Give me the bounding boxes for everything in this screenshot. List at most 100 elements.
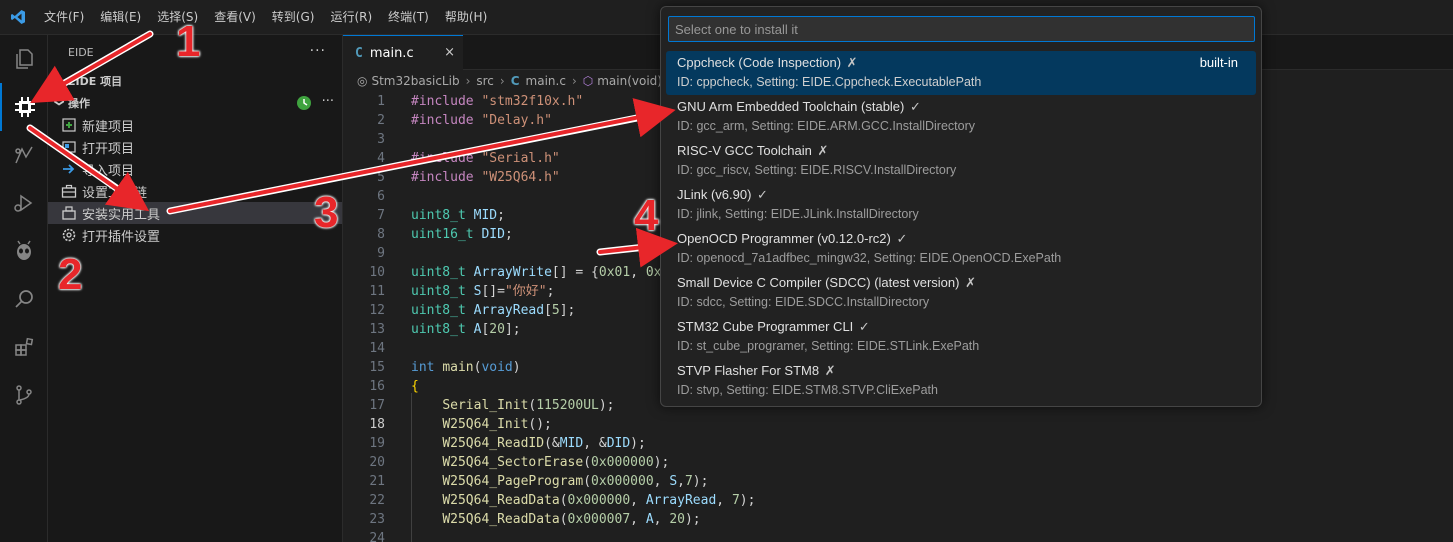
sidebar-item[interactable]: 导入项目 <box>48 158 342 180</box>
gear-icon <box>60 227 78 243</box>
code-line[interactable]: 18 W25Q64_Init(); <box>343 415 1453 434</box>
code-token: ArrayWrite <box>473 265 552 280</box>
indent-guide <box>411 393 412 542</box>
close-tab-icon[interactable]: × <box>444 45 455 60</box>
code-token: 20 <box>489 322 505 337</box>
code-text: #include "Serial.h" <box>385 149 560 168</box>
sidebar-item[interactable]: 新建项目 <box>48 114 342 136</box>
code-token: ]; <box>559 303 576 318</box>
more-actions-icon[interactable]: ··· <box>310 43 326 59</box>
source-control-icon[interactable] <box>0 371 48 419</box>
code-token: (& <box>544 436 560 451</box>
menu-item[interactable]: 运行(R) <box>322 0 380 35</box>
code-token: (); <box>528 417 552 432</box>
quick-pick-item[interactable]: GNU Arm Embedded Toolchain (stable) ✓ ID:… <box>666 95 1256 139</box>
line-number: 22 <box>369 493 385 508</box>
sidebar-item[interactable]: 打开插件设置 <box>48 224 342 246</box>
line-number: 19 <box>369 436 385 451</box>
tool-name: Small Device C Compiler (SDCC) (latest v… <box>677 275 960 290</box>
menu-item[interactable]: 查看(V) <box>206 0 264 35</box>
source-graph-icon[interactable] <box>0 131 48 179</box>
code-token: ( <box>583 474 592 489</box>
tool-name: JLink (v6.90) <box>677 187 752 202</box>
line-number: 10 <box>369 265 385 280</box>
code-line[interactable]: 24 <box>343 529 1453 542</box>
quick-pick-item-description: ID: cppcheck, Setting: EIDE.Cppcheck.Exe… <box>677 75 982 89</box>
code-token: "W25Q64.h" <box>481 170 560 185</box>
code-line[interactable]: 20 W25Q64_SectorErase(0x000000); <box>343 453 1453 472</box>
code-token: 7 <box>731 493 740 508</box>
quick-pick-item[interactable]: Cppcheck (Code Inspection) ✗ ID: cppcheck… <box>666 51 1256 95</box>
section-operations[interactable]: ❯ 操作 ··· <box>48 92 342 114</box>
code-line[interactable]: 23 W25Q64_ReadData(0x000007, A, 20); <box>343 510 1453 529</box>
line-number: 24 <box>369 531 385 542</box>
search-icon[interactable] <box>0 275 48 323</box>
code-line[interactable]: 19 W25Q64_ReadID(&MID, &DID); <box>343 434 1453 453</box>
code-token: ) <box>512 360 521 375</box>
code-token: #include <box>411 170 482 185</box>
code-text: { <box>385 377 419 396</box>
tab-main-c[interactable]: C main.c × <box>343 35 463 70</box>
breadcrumb-item[interactable]: src <box>476 74 494 88</box>
code-token: ArrayRead <box>645 493 717 508</box>
section-label: EIDE 项目 <box>68 75 123 88</box>
code-token: A <box>645 512 654 527</box>
run-debug-icon[interactable] <box>0 179 48 227</box>
code-text: W25Q64_ReadData(0x000000, ArrayRead, 7); <box>385 491 755 510</box>
quick-pick-item-description: ID: gcc_riscv, Setting: EIDE.RISCV.Insta… <box>677 163 957 177</box>
code-text: W25Q64_SectorErase(0x000000); <box>385 453 669 472</box>
sidebar-item[interactable]: 安装实用工具 <box>48 202 342 224</box>
quick-pick-item-label: Small Device C Compiler (SDCC) (latest v… <box>677 275 976 291</box>
breadcrumb-item[interactable]: main(void) <box>597 74 662 88</box>
code-line[interactable]: 21 W25Q64_PageProgram(0x000000, S,7); <box>343 472 1453 491</box>
history-icon[interactable] <box>296 95 312 114</box>
quick-pick-item-description: ID: jlink, Setting: EIDE.JLink.InstallDi… <box>677 207 919 221</box>
menu-item[interactable]: 编辑(E) <box>92 0 149 35</box>
quick-pick-item[interactable]: Small Device C Compiler (SDCC) (latest v… <box>666 271 1256 315</box>
menu-item[interactable]: 帮助(H) <box>437 0 495 35</box>
menu-item[interactable]: 转到(G) <box>264 0 323 35</box>
code-token: 115200UL <box>536 398 599 413</box>
extensions-icon[interactable] <box>0 323 48 371</box>
sidebar-item-label: 新建项目 <box>82 119 135 135</box>
quick-pick-item[interactable]: STVP Flasher For STM8 ✗ ID: stvp, Setting… <box>666 359 1256 403</box>
toolbox-icon <box>60 183 78 199</box>
sidebar-item[interactable]: 设置工具链 <box>48 180 342 202</box>
code-token: 5 <box>551 303 560 318</box>
quick-pick-input[interactable] <box>668 16 1255 42</box>
quick-pick-item[interactable]: STM32 Cube Programmer CLI ✓ ID: st_cube_p… <box>666 315 1256 359</box>
vscode-logo-icon <box>0 0 36 35</box>
eide-chip-icon[interactable] <box>0 83 48 131</box>
installed-check-icon: ✓ <box>757 187 768 202</box>
menu-item[interactable]: 文件(F) <box>36 0 92 35</box>
alien-extension-icon[interactable] <box>0 227 48 275</box>
code-token: W25Q64_ReadData <box>442 493 560 508</box>
quick-pick-item[interactable]: RISC-V GCC Toolchain ✗ ID: gcc_riscv, Set… <box>666 139 1256 183</box>
sidebar-item[interactable]: 打开项目 <box>48 136 342 158</box>
tool-name: GNU Arm Embedded Toolchain (stable) <box>677 99 905 114</box>
menu-item[interactable]: 终端(T) <box>380 0 437 35</box>
explorer-icon[interactable] <box>0 35 48 83</box>
breadcrumb-item[interactable]: Stm32basicLib <box>371 74 459 88</box>
quick-pick-item[interactable]: JLink (v6.90) ✓ ID: jlink, Setting: EIDE.… <box>666 183 1256 227</box>
breadcrumb-item[interactable]: main.c <box>526 74 566 88</box>
breadcrumb-separator-icon: › <box>499 74 505 88</box>
code-token: "Serial.h" <box>481 151 560 166</box>
quick-pick-item-label: STM32 Cube Programmer CLI ✓ <box>677 319 870 335</box>
code-text: W25Q64_ReadID(&MID, &DID); <box>385 434 646 453</box>
line-number: 18 <box>369 417 385 432</box>
code-text: #include "W25Q64.h" <box>385 168 560 187</box>
annotation-number-3: 3 <box>314 188 339 237</box>
quick-pick-item-description: ID: stvp, Setting: EIDE.STM8.STVP.CliExe… <box>677 383 938 397</box>
code-line[interactable]: 22 W25Q64_ReadData(0x000000, ArrayRead, … <box>343 491 1453 510</box>
sidebar-title: EIDE <box>68 46 94 59</box>
code-token: , <box>653 474 670 489</box>
quick-pick-item-description: ID: sdcc, Setting: EIDE.SDCC.InstallDire… <box>677 295 930 309</box>
section-eide-project[interactable]: ❯ EIDE 项目 <box>48 70 342 92</box>
not-installed-x-icon: ✗ <box>846 55 858 70</box>
quick-pick-item[interactable]: OpenOCD Programmer (v0.12.0-rc2) ✓ ID: op… <box>666 227 1256 271</box>
more-section-actions-icon[interactable]: ··· <box>322 94 334 109</box>
